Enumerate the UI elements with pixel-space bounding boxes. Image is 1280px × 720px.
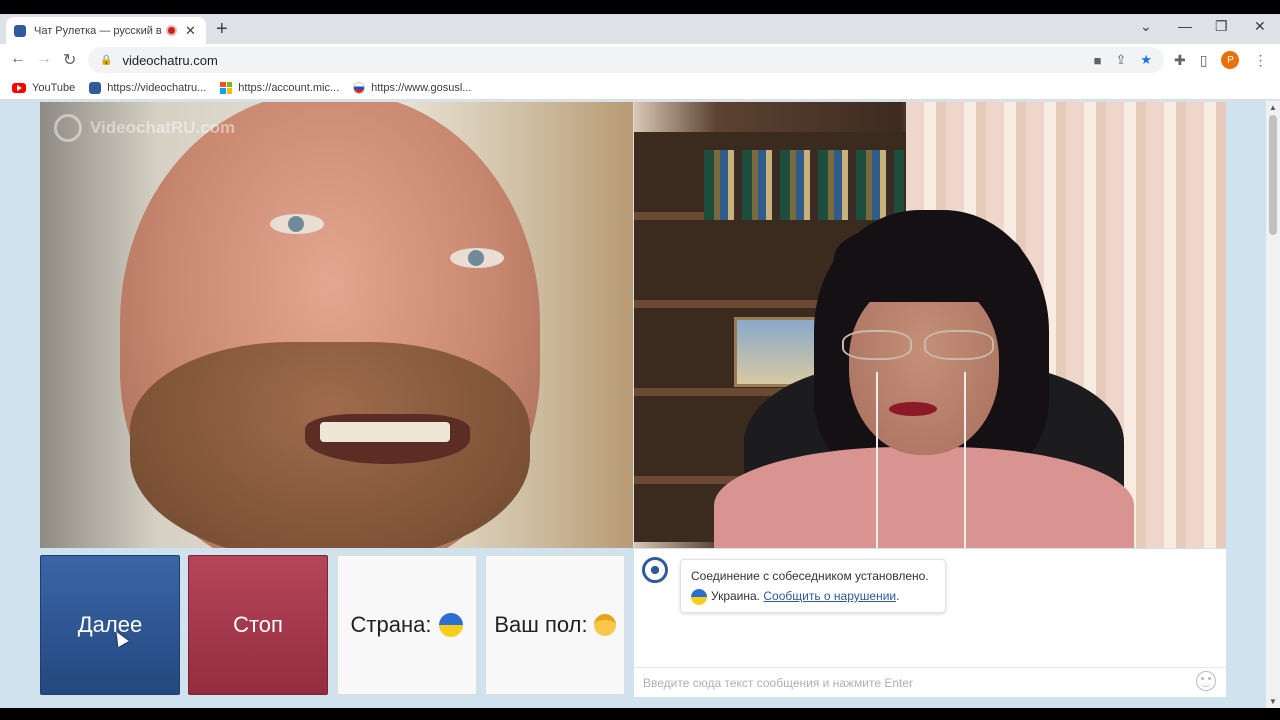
toolbar-right: ✚ ▯ P ⋮ [1174, 44, 1267, 76]
bangs-shape [834, 222, 1024, 302]
message-input-placeholder: Введите сюда текст сообщения и нажмите E… [643, 675, 914, 690]
watermark-text: VideochatRU.com [90, 118, 236, 137]
bookmark-label: YouTube [32, 81, 76, 94]
remote-video [634, 102, 1226, 548]
country-button[interactable]: Страна: [337, 555, 477, 695]
next-button[interactable]: Далее [40, 555, 180, 695]
lips-shape [889, 402, 937, 416]
share-icon[interactable]: ⇪ [1115, 52, 1126, 68]
extensions-icon[interactable]: ✚ [1174, 52, 1186, 69]
restore-button[interactable]: ❐ [1215, 18, 1228, 35]
next-button-label: Далее [77, 612, 143, 637]
back-icon[interactable]: ← [10, 50, 26, 68]
gender-button-label: Ваш пол: [494, 612, 588, 637]
country-name: Украина. [711, 589, 761, 603]
microsoft-icon [220, 81, 233, 94]
browser-tab[interactable]: Чат Рулетка — русский вид ✕ [6, 17, 206, 44]
woman-emoji-icon [593, 614, 616, 636]
connected-message: Соединение с собеседником установлено. [691, 569, 929, 583]
earphone-cable [964, 372, 966, 548]
glasses-shape [842, 330, 1002, 362]
country-line: Украина. Сообщить о нарушении. [691, 586, 935, 606]
message-input[interactable]: Введите сюда текст сообщения и нажмите E… [634, 667, 1226, 697]
browser-window: Чат Рулетка — русский вид ✕ + ⌄ — ❐ ✕ ← … [0, 14, 1280, 708]
close-tab-icon[interactable]: ✕ [185, 23, 196, 39]
books-shape [704, 150, 904, 220]
url-text: videochatru.com [122, 52, 218, 68]
browser-toolbar: ← → ↻ 🔒 videochatru.com ■ ⇪ ★ ✚ ▯ P ⋮ [0, 44, 1280, 76]
report-violation-link[interactable]: Сообщить о нарушении [763, 589, 896, 603]
lock-icon: 🔒 [100, 54, 113, 66]
new-tab-button[interactable]: + [216, 19, 228, 39]
youtube-icon [12, 82, 26, 93]
face-shape [849, 280, 999, 455]
chat-panel: Соединение с собеседником установлено. У… [634, 549, 1226, 697]
side-panel-icon[interactable]: ▯ [1200, 52, 1208, 69]
forward-icon[interactable]: → [36, 50, 52, 68]
minimize-button[interactable]: — [1178, 18, 1192, 34]
tab-search-icon[interactable]: ⌄ [1140, 18, 1152, 35]
gender-button[interactable]: Ваш пол: [485, 555, 625, 695]
teeth-shape [320, 422, 450, 442]
recording-icon [166, 25, 177, 36]
videochat-favicon-icon [14, 24, 26, 37]
remote-video-person [714, 447, 1134, 548]
page-scrollbar[interactable]: ▲ ▼ [1266, 101, 1280, 708]
bookmark-star-icon[interactable]: ★ [1140, 52, 1152, 68]
report-suffix: . [896, 589, 900, 603]
bookmarks-bar: YouTube https://videochatru... https://a… [0, 76, 1280, 100]
country-button-label: Страна: [350, 612, 432, 637]
watermark-logo-icon [54, 114, 82, 142]
bookmark-youtube[interactable]: YouTube [12, 82, 75, 94]
bookmark-gosuslugi[interactable]: https://www.gosusl... [353, 81, 472, 94]
tab-title: Чат Рулетка — русский вид [34, 24, 162, 37]
emoji-picker-icon[interactable] [1196, 671, 1216, 691]
close-window-button[interactable]: ✕ [1254, 18, 1266, 35]
eye-shape [450, 248, 504, 268]
stop-button[interactable]: Стоп [188, 555, 328, 695]
eye-shape [270, 214, 324, 234]
videochat-icon [89, 81, 102, 94]
address-bar[interactable]: 🔒 videochatru.com ■ ⇪ ★ [88, 47, 1164, 73]
bookmark-videochatru[interactable]: https://videochatru... [89, 81, 207, 94]
site-logo-icon [642, 557, 668, 583]
stop-button-label: Стоп [233, 612, 283, 637]
system-message: Соединение с собеседником установлено. У… [680, 559, 946, 613]
menu-icon[interactable]: ⋮ [1253, 52, 1267, 69]
scroll-up-icon[interactable]: ▲ [1269, 103, 1277, 112]
scrollbar-thumb[interactable] [1269, 115, 1277, 235]
local-video: VideochatRU.com [40, 102, 633, 548]
bookmark-label: https://videochatru... [107, 81, 207, 94]
ukraine-flag-icon [439, 613, 464, 637]
reload-icon[interactable]: ↻ [63, 50, 76, 70]
gosuslugi-icon [353, 81, 366, 94]
tab-strip: Чат Рулетка — русский вид ✕ + ⌄ — ❐ ✕ [0, 14, 1280, 44]
bookmark-label: https://www.gosusl... [371, 81, 472, 94]
ukraine-flag-icon [691, 588, 707, 605]
address-bar-actions: ■ ⇪ ★ [1094, 47, 1152, 73]
bookmark-label: https://account.mic... [238, 81, 340, 94]
earphone-cable [876, 372, 878, 548]
bookmark-microsoft[interactable]: https://account.mic... [220, 81, 340, 94]
scroll-down-icon[interactable]: ▼ [1269, 697, 1277, 706]
profile-avatar[interactable]: P [1221, 51, 1240, 69]
camera-icon[interactable]: ■ [1094, 53, 1102, 68]
site-watermark: VideochatRU.com [54, 114, 235, 142]
page-content: VideochatRU.com Далее Стоп Страна: Ваш п… [0, 101, 1280, 708]
